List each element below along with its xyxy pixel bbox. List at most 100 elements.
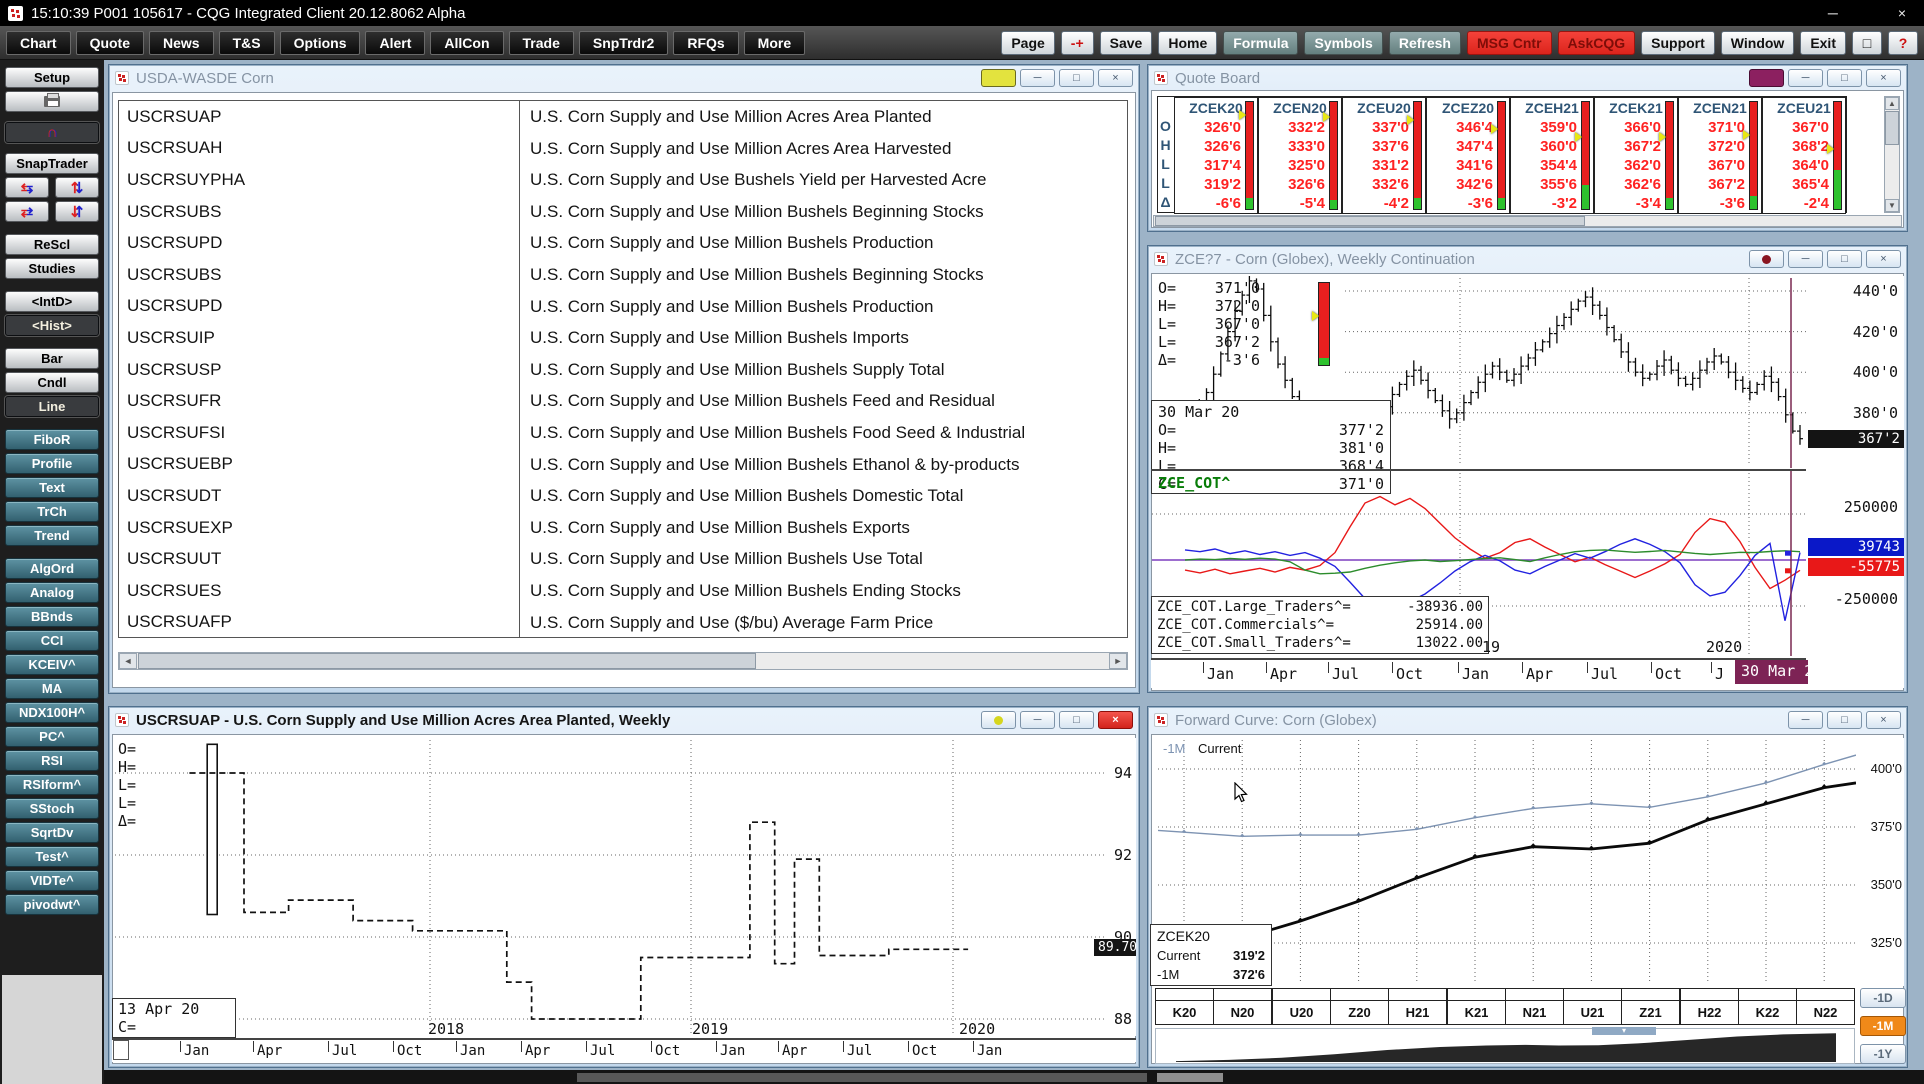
sidebar-swap-arrows-icon[interactable]: ⇅ [55,177,99,198]
quote-column-zcek21[interactable]: ZCEK21366'0367'2362'0362'6-3'4 [1594,97,1678,214]
scroll-thumb[interactable] [1885,111,1899,145]
minimize-button[interactable]: ─ [1788,711,1823,729]
maximize-button[interactable]: □ [1827,69,1862,87]
quote-column-zcen21[interactable]: ZCEN21371'0372'0367'0367'2-3'6 [1678,97,1762,214]
quote-column-zcen20[interactable]: ZCEN20332'2333'0325'0326'6-5'4 [1258,97,1342,214]
window-titlebar[interactable]: 15:10:39 P001 105617 - CQG Integrated Cl… [0,0,1924,26]
help-icon[interactable]: ? [1888,31,1918,55]
toolbar-button-[interactable]: -+ [1061,31,1094,55]
contract-axis-label[interactable]: H21 [1388,1000,1447,1025]
uscrsuap-chart[interactable] [115,738,1107,1036]
zce-time-axis[interactable]: JanAprJulOctJanAprJulOctJ [1151,658,1806,688]
sidebar-item-rsi[interactable]: RSI [5,750,99,771]
scroll-up-icon[interactable]: ▲ [1885,97,1899,110]
panel-zce-titlebar[interactable]: ZCE?7 - Corn (Globex), Weekly Continuati… [1148,246,1907,272]
toolbar-button-window[interactable]: Window [1721,31,1795,55]
sidebar-item-bar[interactable]: Bar [5,348,99,369]
toolbar-button-support[interactable]: Support [1641,31,1715,55]
table-row[interactable]: USCRSUPDU.S. Corn Supply and Use Million… [119,227,1127,259]
maximize-button[interactable]: □ [1059,69,1094,87]
menu-trade[interactable]: Trade [509,31,574,55]
toolbar-button-exit[interactable]: Exit [1800,31,1846,55]
toolbar-button-home[interactable]: Home [1158,31,1217,55]
scroll-thumb[interactable] [138,653,756,669]
range-button-minus1M[interactable]: -1M [1860,1016,1906,1036]
legend-minus1m[interactable]: -1M [1163,741,1185,756]
sidebar-item-sstoch[interactable]: SStoch [5,798,99,819]
close-button[interactable]: × [1866,69,1901,87]
sidebar-item-bbnds[interactable]: BBnds [5,606,99,627]
quote-column-zcek20[interactable]: ZCEK20326'0326'6317'4319'2-6'6 [1174,97,1258,214]
maximize-button[interactable]: □ [1059,711,1094,729]
window-close-icon[interactable]: × [1898,5,1906,21]
menu-options[interactable]: Options [280,31,361,55]
sidebar-item-text[interactable]: Text [5,477,99,498]
sidebar-item-kceiv[interactable]: KCEIV^ [5,654,99,675]
table-row[interactable]: USCRSUAHU.S. Corn Supply and Use Million… [119,133,1127,165]
sidebar-item-rescl[interactable]: ReScl [5,234,99,255]
sidebar-item-magnet-icon[interactable]: ∩ [5,122,99,143]
toolbar-button-symbols[interactable]: Symbols [1304,31,1382,55]
minimize-button[interactable]: ─ [1020,69,1055,87]
table-row[interactable]: USCRSUESU.S. Corn Supply and Use Million… [119,575,1127,607]
sidebar-item-sqrtdv[interactable]: SqrtDv [5,822,99,843]
sidebar-item-snaptrader[interactable]: SnapTrader [5,153,99,174]
quote-column-zcez20[interactable]: ZCEZ20346'4347'4341'6342'6-3'6 [1426,97,1510,214]
sidebar-item-hist[interactable]: <Hist> [5,315,99,336]
contract-axis-label[interactable]: Z21 [1621,1000,1680,1025]
sidebar-swap-arrows-icon[interactable]: ⇵ [55,201,99,222]
minimize-button[interactable]: ─ [1788,69,1823,87]
contract-axis-label[interactable]: K22 [1738,1000,1797,1025]
maximize-button[interactable]: □ [1827,250,1862,268]
wasde-hscrollbar[interactable]: ◄ ► [118,652,1128,670]
close-button[interactable]: × [1866,711,1901,729]
sidebar-item-analog[interactable]: Analog [5,582,99,603]
table-row[interactable]: USCRSUIPU.S. Corn Supply and Use Million… [119,322,1127,354]
close-button[interactable]: × [1866,250,1901,268]
maximize-button[interactable]: □ [1827,711,1862,729]
table-row[interactable]: USCRSUBSU.S. Corn Supply and Use Million… [119,196,1127,228]
close-button[interactable]: × [1098,69,1133,87]
table-row[interactable]: USCRSUAFPU.S. Corn Supply and Use ($/bu)… [119,607,1127,639]
sidebar-item-studies[interactable]: Studies [5,258,99,279]
sidebar-item-trend[interactable]: Trend [5,525,99,546]
sidebar-item-trch[interactable]: TrCh [5,501,99,522]
table-row[interactable]: USCRSUUTU.S. Corn Supply and Use Million… [119,543,1127,575]
contract-axis-label[interactable]: K21 [1447,1000,1506,1025]
sidebar-swap-arrows-icon[interactable]: ⇄ [5,201,49,222]
toolbar-button-formula[interactable]: Formula [1223,31,1298,55]
sidebar-item-printer-icon[interactable] [5,91,99,112]
menu-rfqs[interactable]: RFQs [673,31,738,55]
menu-chart[interactable]: Chart [6,31,71,55]
contract-axis-label[interactable]: N21 [1505,1000,1564,1025]
window-minimize-icon[interactable]: ─ [1828,5,1838,21]
sidebar-item-pc[interactable]: PC^ [5,726,99,747]
contract-axis-label[interactable]: N22 [1796,1000,1855,1025]
table-row[interactable]: USCRSUSPU.S. Corn Supply and Use Million… [119,354,1127,386]
menu-news[interactable]: News [149,31,214,55]
sidebar-item-cci[interactable]: CCI [5,630,99,651]
minimize-button[interactable]: ─ [1788,250,1823,268]
menu-more[interactable]: More [744,31,805,55]
quote-column-zceu21[interactable]: ZCEU21367'0368'2364'0365'4-2'4 [1762,97,1846,214]
zce-price-axis[interactable]: 440'0420'0400'0380'0367'2250000-25000039… [1808,276,1904,688]
scroll-down-icon[interactable]: ▼ [1885,199,1899,212]
sidebar-item-profile[interactable]: Profile [5,453,99,474]
range-button-minus1Y[interactable]: -1Y [1860,1044,1906,1064]
contract-axis-label[interactable]: K20 [1155,1000,1214,1025]
table-row[interactable]: USCRSUEXPU.S. Corn Supply and Use Millio… [119,512,1127,544]
toolbar-button-page[interactable]: Page [1001,31,1054,55]
contract-axis-label[interactable]: Z20 [1330,1000,1389,1025]
table-row[interactable]: USCRSUAPU.S. Corn Supply and Use Million… [119,101,1127,133]
menu-allcon[interactable]: AllCon [430,31,503,55]
sidebar-item-fibor[interactable]: FiboR [5,429,99,450]
table-row[interactable]: USCRSUPDU.S. Corn Supply and Use Million… [119,291,1127,323]
uscrsuap-value-axis[interactable]: 9492908889.70 [1108,738,1136,1036]
sidebar-item-pivodwt[interactable]: pivodwt^ [5,894,99,915]
table-row[interactable]: USCRSUYPHAU.S. Corn Supply and Use Bushe… [119,164,1127,196]
close-button[interactable]: × [1098,711,1133,729]
panel-color-tag-button[interactable] [1749,69,1784,87]
sidebar-item-ndx100h[interactable]: NDX100H^ [5,702,99,723]
minimize-button[interactable]: ─ [1020,711,1055,729]
sidebar-swap-arrows-icon[interactable]: ⇆ [5,177,49,198]
